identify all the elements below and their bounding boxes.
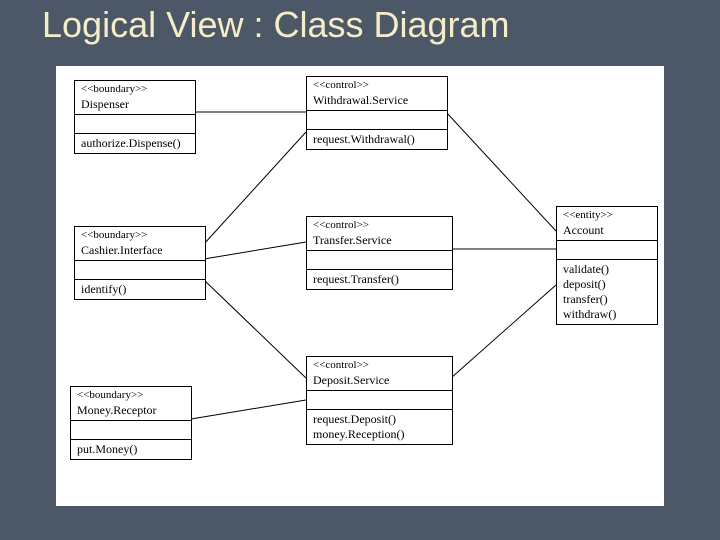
operations: validate() deposit() transfer() withdraw… — [557, 259, 657, 324]
operation: request.Transfer() — [313, 272, 446, 287]
operation: request.Withdrawal() — [313, 132, 441, 147]
operation: money.Reception() — [313, 427, 446, 442]
operation: validate() — [563, 262, 651, 277]
attributes-empty — [307, 390, 452, 409]
class-cashier-interface: <<boundary>> Cashier.Interface identify(… — [74, 226, 206, 300]
attributes-empty — [557, 240, 657, 259]
stereotype: <<control>> — [313, 79, 441, 93]
operations: put.Money() — [71, 439, 191, 459]
class-money-receptor: <<boundary>> Money.Receptor put.Money() — [70, 386, 192, 460]
class-header: <<boundary>> Money.Receptor — [71, 387, 191, 420]
operation: transfer() — [563, 292, 651, 307]
class-dispenser: <<boundary>> Dispenser authorize.Dispens… — [74, 80, 196, 154]
stereotype: <<entity>> — [563, 209, 651, 223]
stereotype: <<boundary>> — [81, 83, 189, 97]
class-header: <<control>> Deposit.Service — [307, 357, 452, 390]
operation: deposit() — [563, 277, 651, 292]
slide-title: Logical View : Class Diagram — [42, 4, 510, 46]
class-deposit-service: <<control>> Deposit.Service request.Depo… — [306, 356, 453, 445]
stereotype: <<boundary>> — [81, 229, 199, 243]
class-withdrawal-service: <<control>> Withdrawal.Service request.W… — [306, 76, 448, 150]
class-header: <<boundary>> Cashier.Interface — [75, 227, 205, 260]
class-name: Transfer.Service — [313, 233, 446, 248]
class-header: <<control>> Withdrawal.Service — [307, 77, 447, 110]
operations: authorize.Dispense() — [75, 133, 195, 153]
attributes-empty — [75, 114, 195, 133]
class-name: Money.Receptor — [77, 403, 185, 418]
class-account: <<entity>> Account validate() deposit() … — [556, 206, 658, 325]
attributes-empty — [307, 110, 447, 129]
attributes-empty — [307, 250, 452, 269]
class-header: <<entity>> Account — [557, 207, 657, 240]
operation: request.Deposit() — [313, 412, 446, 427]
class-transfer-service: <<control>> Transfer.Service request.Tra… — [306, 216, 453, 290]
class-header: <<control>> Transfer.Service — [307, 217, 452, 250]
attributes-empty — [71, 420, 191, 439]
stereotype: <<boundary>> — [77, 389, 185, 403]
class-header: <<boundary>> Dispenser — [75, 81, 195, 114]
operation: withdraw() — [563, 307, 651, 322]
operations: request.Deposit() money.Reception() — [307, 409, 452, 444]
slide: Logical View : Class Diagram <<boundary>… — [0, 0, 720, 540]
operation: put.Money() — [77, 442, 185, 457]
class-name: Dispenser — [81, 97, 189, 112]
operations: identify() — [75, 279, 205, 299]
class-diagram: <<boundary>> Dispenser authorize.Dispens… — [56, 66, 664, 506]
stereotype: <<control>> — [313, 219, 446, 233]
class-name: Account — [563, 223, 651, 238]
class-name: Withdrawal.Service — [313, 93, 441, 108]
operation: identify() — [81, 282, 199, 297]
operations: request.Transfer() — [307, 269, 452, 289]
operations: request.Withdrawal() — [307, 129, 447, 149]
operation: authorize.Dispense() — [81, 136, 189, 151]
class-name: Cashier.Interface — [81, 243, 199, 258]
stereotype: <<control>> — [313, 359, 446, 373]
class-name: Deposit.Service — [313, 373, 446, 388]
attributes-empty — [75, 260, 205, 279]
